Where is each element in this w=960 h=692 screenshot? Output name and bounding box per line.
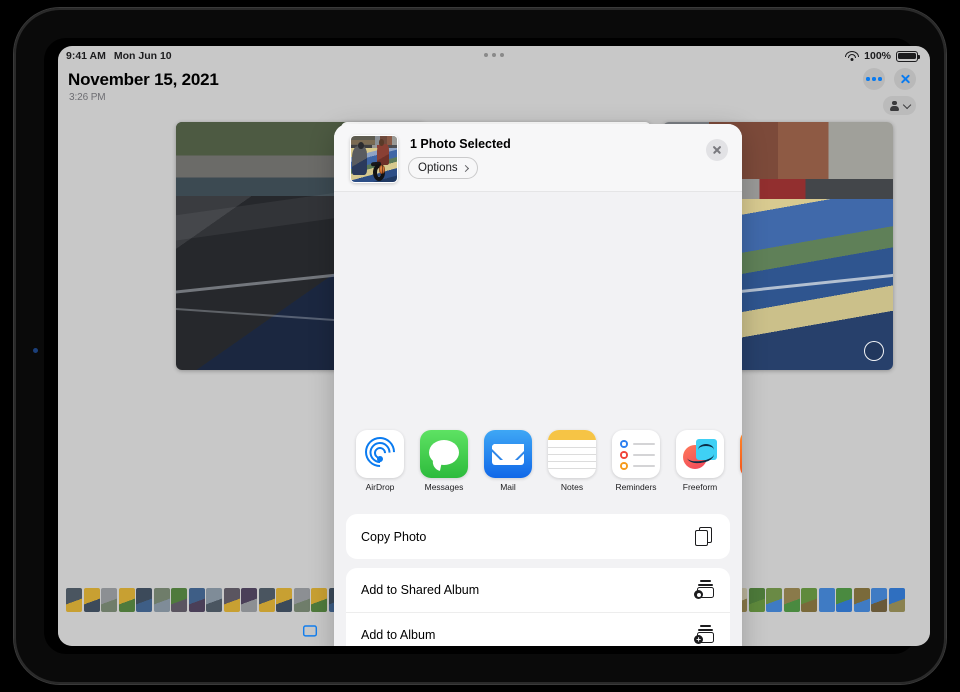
library-icon[interactable] [301, 623, 319, 638]
filmstrip-thumbnail[interactable] [888, 588, 905, 612]
share-target-messages[interactable]: Messages [420, 430, 468, 492]
action-group-1: Copy Photo [346, 514, 730, 559]
more-button[interactable] [863, 68, 885, 90]
filmstrip-thumbnail[interactable] [801, 588, 817, 612]
close-x-icon [900, 74, 911, 85]
filmstrip-thumbnail[interactable] [836, 588, 852, 612]
share-target-label: AirDrop [365, 482, 395, 492]
filmstrip-thumbnail[interactable] [241, 588, 257, 612]
header-buttons [863, 68, 916, 90]
chevron-right-icon [461, 164, 469, 172]
action-label: Add to Shared Album [361, 583, 480, 597]
ipad-screen: 9:41 AM Mon Jun 10 100% November 15, 202… [58, 46, 930, 646]
filmstrip-thumbnail[interactable] [223, 588, 240, 612]
close-x-icon [712, 145, 722, 155]
filmstrip-thumbnail[interactable] [188, 588, 205, 612]
action-label: Add to Album [361, 628, 436, 642]
device-side-indicator [33, 348, 38, 353]
battery-icon [896, 50, 920, 62]
person-icon [890, 100, 899, 111]
share-target-label: Mail [500, 482, 516, 492]
filmstrip-thumbnail[interactable] [766, 588, 782, 612]
share-target-b[interactable]: B [740, 430, 742, 492]
share-targets-row[interactable]: AirDrop Messages Mail Notes Reminders Freefor… [334, 424, 742, 506]
more-dots-icon [866, 77, 882, 81]
share-target-freeform[interactable]: Freeform [676, 430, 724, 492]
options-button[interactable]: Options [408, 157, 478, 179]
filmstrip-thumbnail[interactable] [293, 588, 310, 612]
filmstrip-thumbnail[interactable] [101, 588, 117, 612]
filmstrip-thumbnail[interactable] [118, 588, 135, 612]
status-bar-left: 9:41 AM Mon Jun 10 [66, 50, 172, 62]
photos-header: November 15, 2021 3:26 PM [58, 66, 930, 122]
battery-percent: 100% [864, 50, 891, 62]
reminders-icon [612, 430, 660, 478]
status-bar-right: 100% [845, 50, 920, 62]
filmstrip-thumbnail[interactable] [853, 588, 870, 612]
close-button[interactable] [894, 68, 916, 90]
share-target-reminders[interactable]: Reminders [612, 430, 660, 492]
mail-icon [484, 430, 532, 478]
share-sheet-header: 1 Photo Selected Options [334, 124, 742, 192]
filmstrip-thumbnail[interactable] [153, 588, 170, 612]
filmstrip-thumbnail[interactable] [258, 588, 275, 612]
chevron-down-icon [902, 100, 912, 109]
options-label: Options [418, 162, 458, 174]
add-album-icon [694, 625, 715, 645]
selection-circle-icon[interactable] [864, 341, 884, 361]
status-date: Mon Jun 10 [113, 50, 172, 62]
filmstrip-thumbnail[interactable] [171, 588, 187, 612]
copy-icon [695, 526, 715, 547]
airdrop-icon [356, 430, 404, 478]
action-row-copy-photo[interactable]: Copy Photo [346, 514, 730, 559]
shared-album-icon [694, 580, 715, 600]
participants-button[interactable] [883, 96, 916, 115]
share-target-airdrop[interactable]: AirDrop [356, 430, 404, 492]
filmstrip-thumbnail[interactable] [871, 588, 887, 612]
filmstrip-thumbnail[interactable] [136, 588, 152, 612]
share-target-label: Messages [424, 482, 464, 492]
filmstrip-thumbnail[interactable] [783, 588, 800, 612]
action-row-add-to-shared-album[interactable]: Add to Shared Album [346, 568, 730, 613]
share-sheet-close-button[interactable] [706, 139, 728, 161]
share-target-label: Freeform [682, 482, 718, 492]
filmstrip-thumbnail[interactable] [311, 588, 327, 612]
status-bar: 9:41 AM Mon Jun 10 100% [58, 46, 930, 66]
page-subtitle: 3:26 PM [69, 92, 106, 103]
filmstrip-thumbnail[interactable] [748, 588, 765, 612]
selected-photo-thumbnail [350, 135, 398, 183]
action-label: Copy Photo [361, 529, 427, 544]
messages-icon [420, 430, 468, 478]
page-title: November 15, 2021 [68, 70, 219, 89]
ipad-device-frame: 9:41 AM Mon Jun 10 100% November 15, 202… [14, 8, 946, 684]
action-row-add-to-album[interactable]: Add to Album [346, 613, 730, 646]
share-actions: Copy Photo Add to Shared Album Add to Al… [346, 514, 730, 646]
share-sheet-title: 1 Photo Selected [410, 137, 511, 151]
share-target-label: Notes [560, 482, 584, 492]
share-target-label: Reminders [615, 482, 657, 492]
books-icon [740, 430, 742, 478]
wifi-icon [845, 50, 860, 62]
share-target-notes[interactable]: Notes [548, 430, 596, 492]
share-target-mail[interactable]: Mail [484, 430, 532, 492]
freeform-icon [676, 430, 724, 478]
filmstrip-thumbnail[interactable] [83, 588, 100, 612]
filmstrip-thumbnail[interactable] [206, 588, 222, 612]
filmstrip-thumbnail[interactable] [818, 588, 835, 612]
share-target-label: B [740, 482, 742, 492]
filmstrip-thumbnail[interactable] [66, 588, 82, 612]
screenshot-root: 9:41 AM Mon Jun 10 100% November 15, 202… [0, 0, 960, 692]
action-group-2: Add to Shared Album Add to Album + [346, 568, 730, 646]
multitask-handle-icon[interactable] [484, 53, 504, 57]
status-time: 9:41 AM [66, 50, 106, 62]
filmstrip-thumbnail[interactable] [276, 588, 292, 612]
share-sheet: 1 Photo Selected Options AirDrop Messages… [334, 124, 742, 646]
notes-icon [548, 430, 596, 478]
